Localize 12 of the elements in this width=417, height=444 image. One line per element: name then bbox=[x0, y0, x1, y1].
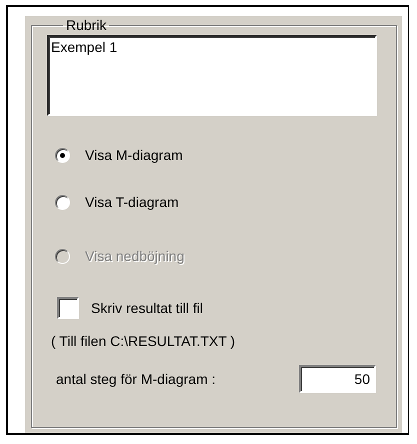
radio-label: Visa nedböjning bbox=[85, 248, 184, 264]
radio-label: Visa M-diagram bbox=[85, 147, 183, 163]
checkbox-label: Skriv resultat till fil bbox=[91, 300, 204, 316]
group-label: Rubrik bbox=[65, 17, 108, 33]
steps-field[interactable]: 50 bbox=[299, 365, 376, 393]
title-field[interactable]: Exempel 1 bbox=[47, 35, 377, 116]
radio-button[interactable] bbox=[55, 194, 70, 210]
radio-label: Visa T-diagram bbox=[85, 194, 179, 210]
checkbox[interactable] bbox=[57, 297, 79, 319]
file-note: ( Till filen C:\RESULTAT.TXT ) bbox=[50, 333, 236, 349]
steps-label: antal steg för M-diagram : bbox=[56, 371, 217, 387]
radio-button[interactable] bbox=[55, 148, 70, 162]
